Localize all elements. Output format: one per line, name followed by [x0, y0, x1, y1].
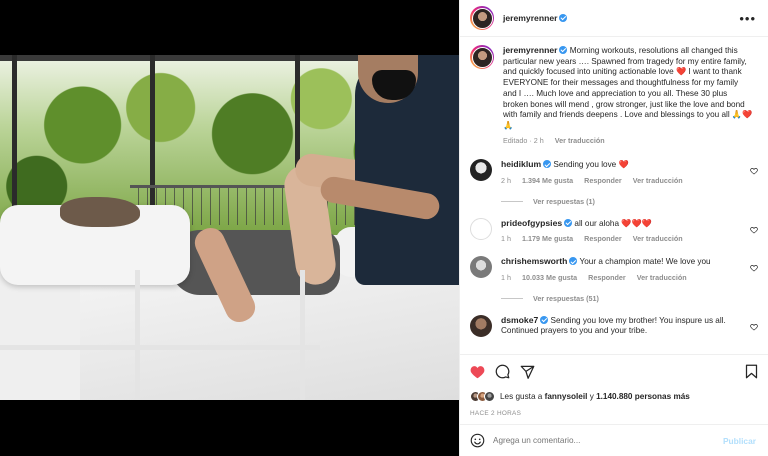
comment-text: Sending you love ❤️ [553, 160, 629, 170]
instagram-post-modal: jeremyrenner ••• jeremyrenner Morning wo… [0, 0, 768, 456]
likes-count[interactable]: 1.140.880 personas más [596, 392, 690, 401]
comment-icon[interactable] [495, 364, 510, 379]
like-heart-icon[interactable] [470, 365, 485, 379]
likes-user[interactable]: fannysoleil [545, 392, 588, 401]
author-username[interactable]: jeremyrenner [503, 13, 557, 23]
liker-avatar [484, 390, 495, 402]
view-replies-button[interactable]: Ver respuestas (1) [501, 197, 758, 206]
verified-badge-icon [569, 257, 578, 266]
comment-like-icon[interactable] [750, 323, 758, 331]
post-actions [460, 354, 768, 388]
post-header: jeremyrenner ••• [460, 0, 768, 37]
comment-like-icon[interactable] [750, 226, 758, 234]
more-options-icon[interactable]: ••• [739, 12, 756, 25]
comment-time: 1 h [501, 272, 511, 282]
share-icon[interactable] [520, 365, 535, 379]
caption: jeremyrenner Morning workouts, resolutio… [470, 45, 758, 146]
caption-avatar[interactable] [470, 45, 494, 69]
comment-text: Your a champion mate! We love you [579, 257, 711, 267]
likes-prefix: Les gusta a [500, 391, 543, 401]
comment-item: prideofgypsies all our aloha ❤️❤️❤️ 1 h … [470, 217, 758, 245]
verified-badge-icon [540, 315, 549, 324]
save-bookmark-icon[interactable] [745, 364, 758, 379]
comment-avatar[interactable] [470, 256, 492, 279]
comment-likes[interactable]: 10.033 Me gusta [522, 273, 577, 282]
verified-badge-icon [543, 160, 552, 169]
caption-translate-link[interactable]: Ver traducción [555, 136, 605, 145]
author-avatar[interactable] [470, 6, 494, 30]
caption-username[interactable]: jeremyrenner [503, 45, 557, 55]
comment-username[interactable]: chrishemsworth [501, 256, 567, 266]
comment-likes[interactable]: 1.179 Me gusta [522, 234, 573, 243]
comment-input[interactable] [493, 436, 723, 445]
comment-item: dsmoke7 Sending you love my brother! You… [470, 314, 758, 337]
comment-reply-button[interactable]: Responder [584, 234, 622, 243]
emoji-icon[interactable] [470, 433, 485, 448]
verified-badge-icon [559, 14, 568, 22]
comment-text: all our aloha ❤️❤️❤️ [574, 218, 652, 228]
comment-avatar[interactable] [470, 159, 492, 182]
verified-badge-icon [559, 46, 568, 54]
comment-like-icon[interactable] [750, 264, 758, 272]
comment-username[interactable]: prideofgypsies [501, 218, 562, 228]
comment-time: 1 h [501, 234, 511, 244]
likes-summary[interactable]: Les gusta a fannysoleil y 1.140.880 pers… [460, 388, 768, 404]
post-timestamp: HACE 2 HORAS [470, 410, 522, 417]
comment-likes[interactable]: 1.394 Me gusta [522, 176, 573, 185]
post-photo [0, 55, 459, 400]
likes-connector: y [589, 391, 594, 401]
comment-translate-link[interactable]: Ver traducción [633, 234, 683, 243]
comment-like-icon[interactable] [750, 167, 758, 175]
comment-avatar[interactable] [470, 314, 492, 337]
comment-username[interactable]: dsmoke7 [501, 315, 538, 325]
caption-text: Morning workouts, resolutions all change… [503, 46, 753, 130]
comment-time: 2 h [501, 176, 511, 186]
comment-username[interactable]: heidiklum [501, 159, 541, 169]
comment-reply-button[interactable]: Responder [584, 176, 622, 185]
comments-list[interactable]: jeremyrenner Morning workouts, resolutio… [460, 37, 768, 354]
comment-avatar[interactable] [470, 217, 492, 240]
comment-item: heidiklum Sending you love ❤️ 2 h 1.394 … [470, 159, 758, 186]
verified-badge-icon [564, 218, 573, 227]
post-media[interactable] [0, 0, 459, 456]
view-replies-button[interactable]: Ver respuestas (51) [501, 294, 758, 303]
add-comment-bar: Publicar [460, 424, 768, 456]
comment-reply-button[interactable]: Responder [588, 273, 626, 282]
post-comment-button[interactable]: Publicar [723, 436, 756, 446]
caption-edited: Editado · 2 h [503, 135, 544, 145]
comment-translate-link[interactable]: Ver traducción [633, 176, 683, 185]
comment-translate-link[interactable]: Ver traducción [637, 273, 687, 282]
post-sidebar: jeremyrenner ••• jeremyrenner Morning wo… [459, 0, 768, 456]
comment-item: chrishemsworth Your a champion mate! We … [470, 256, 758, 283]
